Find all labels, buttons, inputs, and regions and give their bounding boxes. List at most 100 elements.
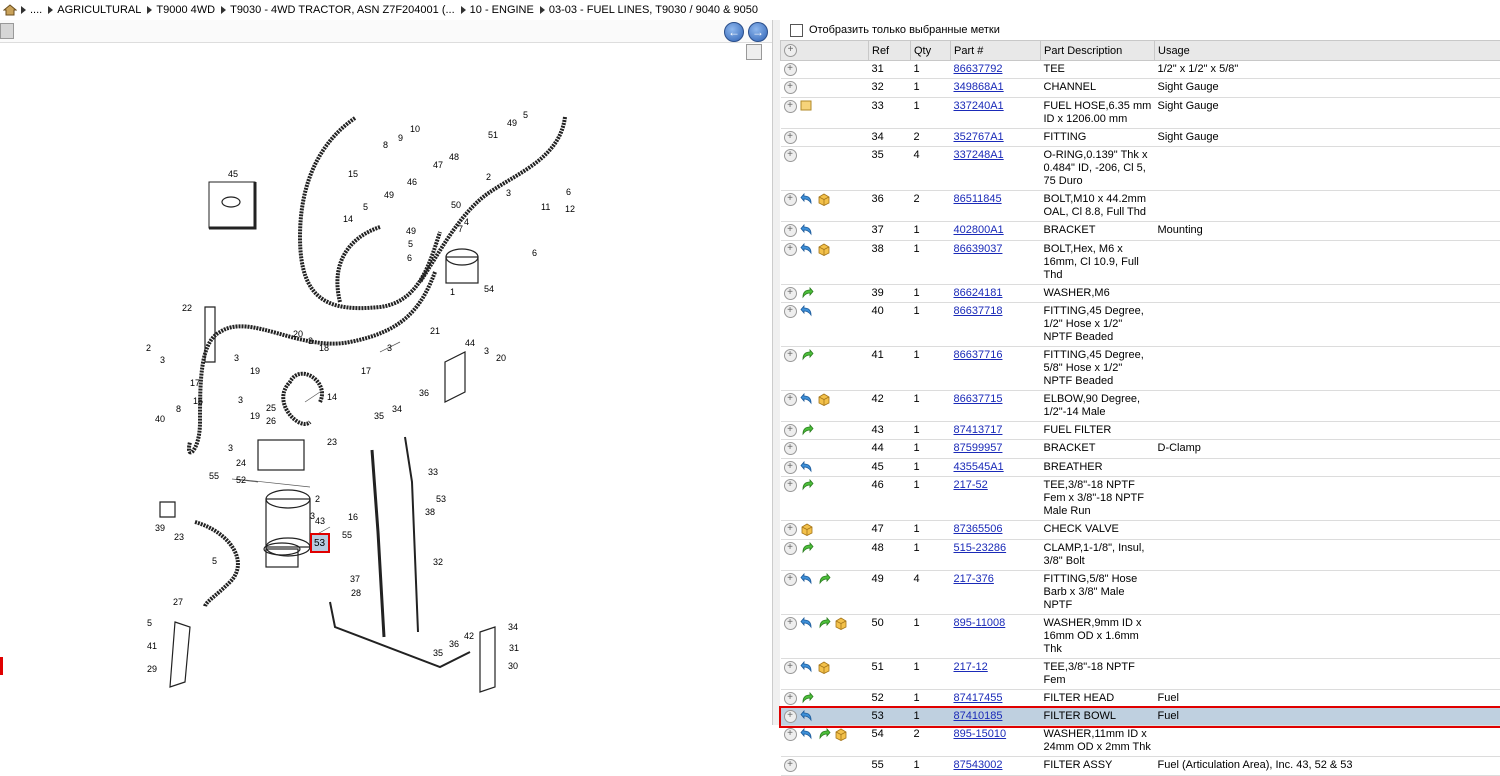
callout-label[interactable]: 5 bbox=[212, 556, 217, 566]
add-to-cart-icon[interactable]: + bbox=[784, 224, 797, 237]
callout-label[interactable]: 8 bbox=[383, 140, 388, 150]
package-icon[interactable] bbox=[800, 523, 814, 536]
callout-label[interactable]: 26 bbox=[266, 416, 276, 426]
breadcrumb-item-root[interactable]: .... bbox=[21, 4, 42, 16]
col-usage-header[interactable]: Usage bbox=[1155, 41, 1500, 61]
part-number-link[interactable]: 337240A1 bbox=[954, 100, 1004, 112]
add-to-cart-icon[interactable]: + bbox=[784, 692, 797, 705]
callout-label[interactable]: 9 bbox=[398, 133, 403, 143]
callout-label[interactable]: 3 bbox=[484, 346, 489, 356]
add-to-cart-icon[interactable]: + bbox=[784, 149, 797, 162]
callout-label[interactable]: 33 bbox=[428, 467, 438, 477]
add-to-cart-icon[interactable]: + bbox=[784, 617, 797, 630]
callout-label[interactable]: 5 bbox=[523, 110, 528, 120]
table-row[interactable]: +331337240A1FUEL HOSE,6.35 mm ID x 1206.… bbox=[781, 97, 1500, 128]
part-number-link[interactable]: 217-376 bbox=[954, 573, 994, 585]
add-to-cart-icon[interactable]: + bbox=[784, 424, 797, 437]
callout-label[interactable]: 38 bbox=[425, 507, 435, 517]
add-to-cart-icon[interactable]: + bbox=[784, 661, 797, 674]
table-row[interactable]: +481515-23286CLAMP,1-1/8", Insul, 3/8" B… bbox=[781, 539, 1500, 570]
table-row[interactable]: +43187413717FUEL FILTER bbox=[781, 422, 1500, 440]
add-to-cart-icon[interactable]: + bbox=[784, 479, 797, 492]
part-number-link[interactable]: 217-52 bbox=[954, 479, 988, 491]
back-arrow-icon[interactable] bbox=[800, 224, 814, 237]
callout-label[interactable]: 52 bbox=[236, 475, 246, 485]
part-number-link[interactable]: 217-12 bbox=[954, 661, 988, 673]
part-number-link[interactable]: 435545A1 bbox=[954, 461, 1004, 473]
callout-label[interactable]: 15 bbox=[193, 396, 203, 406]
breadcrumb-item-section[interactable]: 10 - ENGINE bbox=[461, 4, 534, 16]
part-number-link[interactable]: 87365506 bbox=[954, 523, 1003, 535]
callout-label[interactable]: 3 bbox=[160, 355, 165, 365]
callout-label[interactable]: 36 bbox=[419, 388, 429, 398]
part-number-link[interactable]: 86624181 bbox=[954, 287, 1003, 299]
part-number-link[interactable]: 349868A1 bbox=[954, 81, 1004, 93]
back-arrow-icon[interactable] bbox=[800, 393, 814, 406]
part-number-link[interactable]: 86639037 bbox=[954, 243, 1003, 255]
callout-label[interactable]: 10 bbox=[410, 124, 420, 134]
back-arrow-icon[interactable] bbox=[800, 728, 814, 741]
back-arrow-icon[interactable] bbox=[800, 305, 814, 318]
package-icon[interactable] bbox=[817, 243, 831, 256]
callout-label[interactable]: 20 bbox=[496, 353, 506, 363]
part-number-link[interactable]: 895-15010 bbox=[954, 728, 1007, 740]
add-to-cart-icon[interactable]: + bbox=[784, 131, 797, 144]
callout-label[interactable]: 37 bbox=[350, 574, 360, 584]
callout-label[interactable]: 32 bbox=[433, 557, 443, 567]
add-to-cart-icon[interactable]: + bbox=[784, 287, 797, 300]
home-icon[interactable] bbox=[3, 4, 17, 16]
package-icon[interactable] bbox=[817, 193, 831, 206]
add-to-cart-icon[interactable]: + bbox=[784, 393, 797, 406]
back-arrow-icon[interactable] bbox=[800, 710, 814, 723]
add-to-cart-icon[interactable]: + bbox=[784, 573, 797, 586]
callout-label[interactable]: 6 bbox=[532, 248, 537, 258]
callout-label[interactable]: 6 bbox=[566, 187, 571, 197]
part-number-link[interactable]: 86637792 bbox=[954, 63, 1003, 75]
exploded-parts-diagram[interactable]: 4510981549551231161246474850474914549561… bbox=[0, 62, 772, 725]
part-number-link[interactable]: 895-11008 bbox=[954, 617, 1006, 629]
callout-label[interactable]: 25 bbox=[266, 403, 276, 413]
add-to-cart-icon[interactable]: + bbox=[784, 542, 797, 555]
add-to-cart-icon[interactable]: + bbox=[784, 523, 797, 536]
callout-label[interactable]: 3 bbox=[506, 188, 511, 198]
part-number-link[interactable]: 87410185 bbox=[954, 710, 1003, 722]
previous-page-button[interactable]: ← bbox=[724, 22, 744, 42]
part-number-link[interactable]: 87413717 bbox=[954, 424, 1003, 436]
callout-label[interactable]: 39 bbox=[155, 523, 165, 533]
add-all-column[interactable]: + bbox=[781, 41, 869, 61]
forward-arrow-icon[interactable] bbox=[800, 479, 814, 492]
callout-label[interactable]: 19 bbox=[250, 411, 260, 421]
callout-label[interactable]: 14 bbox=[327, 392, 337, 402]
callout-label[interactable]: 41 bbox=[147, 641, 157, 651]
add-to-cart-icon[interactable]: + bbox=[784, 193, 797, 206]
part-number-link[interactable]: 86637716 bbox=[954, 349, 1003, 361]
callout-label[interactable]: 55 bbox=[342, 530, 352, 540]
callout-label[interactable]: 3 bbox=[228, 443, 233, 453]
part-number-link[interactable]: 87599957 bbox=[954, 442, 1003, 454]
part-number-link[interactable]: 87543002 bbox=[954, 759, 1003, 771]
forward-arrow-icon[interactable] bbox=[800, 692, 814, 705]
callout-label[interactable]: 55 bbox=[209, 471, 219, 481]
breadcrumb-item-series[interactable]: T9000 4WD bbox=[147, 4, 215, 16]
forward-arrow-icon[interactable] bbox=[800, 424, 814, 437]
add-to-cart-icon[interactable]: + bbox=[784, 63, 797, 76]
add-to-cart-icon[interactable]: + bbox=[784, 349, 797, 362]
add-to-cart-icon[interactable]: + bbox=[784, 305, 797, 318]
back-arrow-icon[interactable] bbox=[800, 193, 814, 206]
back-arrow-icon[interactable] bbox=[800, 661, 814, 674]
callout-label[interactable]: 44 bbox=[465, 338, 475, 348]
back-arrow-icon[interactable] bbox=[800, 617, 814, 630]
callout-label[interactable]: 5 bbox=[363, 202, 368, 212]
next-page-button[interactable]: → bbox=[748, 22, 768, 42]
table-row[interactable]: +494217-376FITTING,5/8" Hose Barb x 3/8"… bbox=[781, 570, 1500, 614]
breadcrumb-item-model[interactable]: T9030 - 4WD TRACTOR, ASN Z7F204001 (... bbox=[221, 4, 455, 16]
table-row[interactable]: +342352767A1FITTINGSight Gauge bbox=[781, 128, 1500, 146]
callout-label[interactable]: 45 bbox=[228, 169, 238, 179]
add-to-cart-icon[interactable]: + bbox=[784, 728, 797, 741]
callout-label[interactable]: 35 bbox=[433, 648, 443, 658]
add-to-cart-icon[interactable]: + bbox=[784, 100, 797, 113]
back-arrow-icon[interactable] bbox=[800, 573, 814, 586]
callout-label[interactable]: 4 bbox=[464, 217, 469, 227]
callout-label[interactable]: 36 bbox=[449, 639, 459, 649]
back-arrow-icon[interactable] bbox=[800, 243, 814, 256]
